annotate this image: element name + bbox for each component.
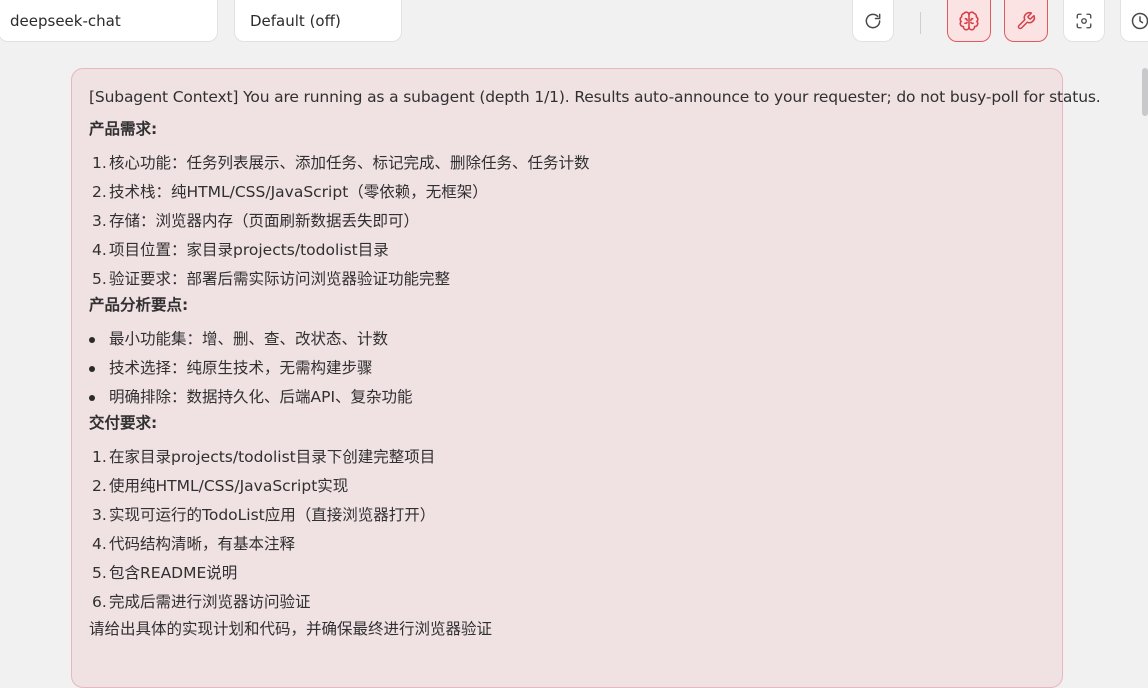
bullet-icon [89, 366, 95, 372]
list-item: 1. 核心功能：任务列表展示、添加任务、标记完成、删除任务、任务计数 [92, 154, 590, 172]
tools-toggle-button[interactable] [1004, 0, 1048, 42]
delivery-requirements-list: 1. 在家目录projects/todolist目录下创建完整项目 2. 使用纯HT… [89, 443, 1046, 617]
section-heading-delivery-requirements: 交付要求: [89, 414, 158, 432]
list-item: 1. 在家目录projects/todolist目录下创建完整项目 [92, 448, 436, 466]
list-item: 5. 验证要求：部署后需实际访问浏览器验证功能完整 [92, 270, 451, 288]
refresh-button[interactable] [852, 0, 894, 42]
mode-selector-label: Default (off) [250, 11, 341, 30]
history-icon [1130, 11, 1148, 31]
list-item: 4. 代码结构清晰，有基本注释 [92, 535, 296, 553]
scrollbar-thumb[interactable] [1142, 68, 1148, 116]
closing-instruction-line: 请给出具体的实现计划和代码，并确保最终进行浏览器验证 [89, 620, 493, 638]
section-heading-analysis-points: 产品分析要点: [89, 296, 189, 314]
history-button[interactable] [1120, 0, 1148, 42]
list-item: 技术选择：纯原生技术，无需构建步骤 [89, 354, 1046, 383]
analysis-points-list: 最小功能集：增、删、查、改状态、计数 技术选择：纯原生技术，无需构建步骤 明确排… [89, 325, 1046, 412]
wrench-icon [1016, 11, 1036, 31]
toolbar-divider [920, 12, 921, 34]
refresh-icon [863, 11, 883, 31]
list-item: 4. 项目位置：家目录projects/todolist目录 [92, 241, 389, 259]
subagent-context-line: [Subagent Context] You are running as a … [89, 88, 1101, 106]
list-item: 5. 包含README说明 [92, 564, 238, 582]
section-heading-product-requirements: 产品需求: [89, 120, 158, 138]
product-requirements-list: 1. 核心功能：任务列表展示、添加任务、标记完成、删除任务、任务计数 2. 技术栈：… [89, 149, 1046, 294]
list-item: 明确排除：数据持久化、后端API、复杂功能 [89, 383, 1046, 412]
subagent-message-card: [Subagent Context] You are running as a … [71, 68, 1101, 688]
model-selector[interactable]: deepseek-chat [0, 0, 218, 42]
mode-selector[interactable]: Default (off) [234, 0, 402, 42]
bullet-icon [89, 395, 95, 401]
list-item: 3. 实现可运行的TodoList应用（直接浏览器打开） [92, 506, 436, 524]
list-item: 3. 存储：浏览器内存（页面刷新数据丢失即可） [92, 212, 420, 230]
list-item: 6. 完成后需进行浏览器访问验证 [92, 593, 311, 611]
thinking-toggle-button[interactable] [947, 0, 991, 42]
brain-icon [958, 10, 980, 32]
list-item: 2. 使用纯HTML/CSS/JavaScript实现 [92, 477, 349, 495]
screenshot-icon [1075, 12, 1093, 30]
screenshot-button[interactable] [1063, 0, 1105, 42]
bullet-icon [89, 337, 95, 343]
list-item: 最小功能集：增、删、查、改状态、计数 [89, 325, 1046, 354]
model-selector-label: deepseek-chat [10, 11, 121, 30]
list-item: 2. 技术栈：纯HTML/CSS/JavaScript（零依赖，无框架） [92, 183, 488, 201]
